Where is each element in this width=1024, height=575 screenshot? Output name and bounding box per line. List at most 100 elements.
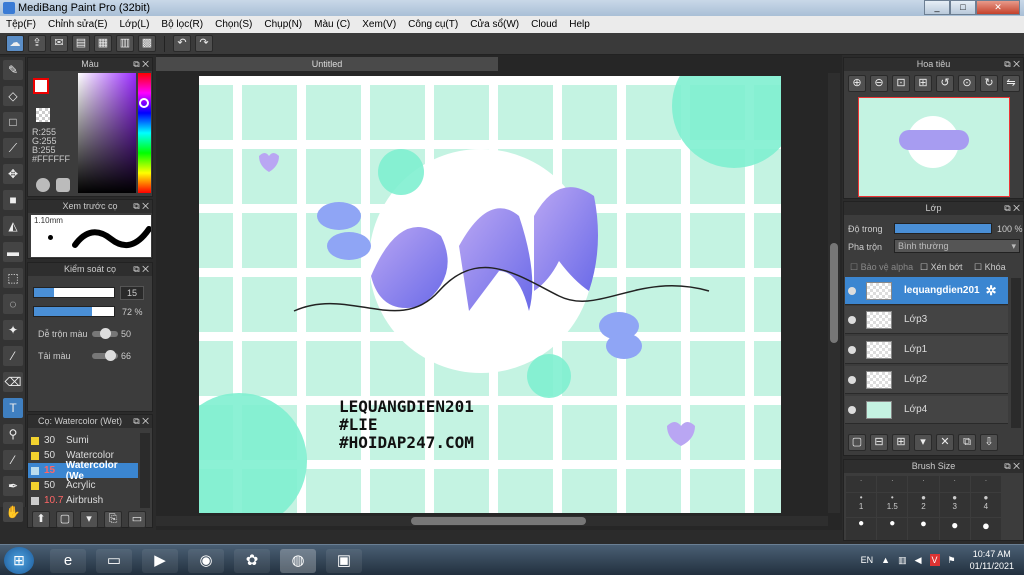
clock[interactable]: 10:47 AM 01/11/2021 [970,548,1014,572]
zoom-app-icon[interactable]: ▣ [326,549,362,573]
brush-size-slider[interactable] [33,287,115,298]
brush-item-airbrush[interactable]: 10.7 Airbrush [28,493,138,508]
drawing-canvas[interactable]: LEQUANGDIEN201 #LIE #HOIDAP247.COM [199,76,781,513]
menu-select[interactable]: Chọn(S) [209,19,258,30]
primary-color-swatch[interactable] [33,78,49,94]
hue-handle[interactable] [139,98,149,108]
panel-close-icon[interactable]: ⧉ ✕ [133,200,149,213]
brush-size-cell[interactable]: · [970,476,1001,492]
panel-close-icon[interactable]: ⧉ ✕ [133,415,149,428]
scroll-thumb[interactable] [411,517,586,525]
brush-add-icon[interactable]: ⬆ [32,511,50,528]
grid-icon[interactable]: ▩ [138,35,156,52]
fill-rect-tool-icon[interactable]: ■ [3,190,23,210]
brush-new-icon[interactable]: ▢ [56,511,74,528]
panel-close-icon[interactable]: ⧉ ✕ [133,58,149,71]
brush-size-cell[interactable]: ● 4 [970,492,1001,518]
zoom-in-icon[interactable]: ⊕ [848,75,866,92]
actual-size-icon[interactable]: ⊞ [914,75,932,92]
add-layer-menu-icon[interactable]: ▾ [914,434,932,451]
move-tool-icon[interactable]: ✥ [3,164,23,184]
divide-tool-icon[interactable]: ⚲ [3,424,23,444]
clip-checkbox[interactable]: ☐ Xén bớt [920,262,963,273]
browser-ie-icon[interactable]: e [50,549,86,573]
visibility-icon[interactable] [848,315,856,324]
rotate-left-icon[interactable]: ↺ [936,75,954,92]
antivirus-icon[interactable]: V [929,554,940,566]
mix-slider[interactable] [92,328,118,339]
document-tab[interactable]: Untitled [156,57,498,71]
rectangle-tool-icon[interactable]: □ [3,112,23,132]
hue-slider[interactable] [138,73,151,193]
panel-close-icon[interactable]: ⧉ ✕ [1004,202,1020,215]
new-8bit-layer-icon[interactable]: ⊞ [892,434,910,451]
flag-icon[interactable]: ⚑ [948,554,956,566]
menu-view[interactable]: Xem(V) [356,19,402,30]
navigator-thumbnail[interactable] [858,97,1010,197]
eyedropper-tool-icon[interactable]: ⁄ [3,450,23,470]
merge-layer-icon[interactable]: ⇩ [980,434,998,451]
brush-size-cell[interactable]: • 1 [846,492,877,518]
panel-close-icon[interactable]: ⧉ ✕ [1004,460,1020,473]
panel-close-icon[interactable]: ⧉ ✕ [133,263,149,276]
new-layer-icon[interactable]: ▢ [848,434,866,451]
close-button[interactable]: ✕ [976,0,1020,15]
brush-size-cell[interactable]: ● [877,518,908,540]
select-pen-tool-icon[interactable]: ⁄ [3,346,23,366]
text-tool-icon[interactable]: T [3,398,23,418]
menu-window[interactable]: Cửa sổ(W) [464,19,525,30]
chrome-icon[interactable]: ◉ [188,549,224,573]
tray-arrow-icon[interactable]: ▲ [881,554,890,566]
lock-checkbox[interactable]: ☐ Khóa [974,262,1006,273]
layer-row[interactable]: Lớp2 [845,366,1008,394]
medibang-icon[interactable]: ◍ [280,549,316,573]
brush-size-cell[interactable]: ● 2 [908,492,939,518]
amount-slider[interactable] [92,350,118,361]
brush-item-sumi[interactable]: 30 Sumi [28,433,138,448]
visibility-icon[interactable] [848,405,856,414]
new-halftone-layer-icon[interactable]: ⊟ [870,434,888,451]
scroll-thumb[interactable] [830,243,838,343]
coccoc-icon[interactable]: ✿ [234,549,270,573]
menu-snap[interactable]: Chụp(N) [258,19,308,30]
network-icon[interactable]: ▥ [898,554,907,566]
delete-layer-icon[interactable]: ✕ [936,434,954,451]
layer-row[interactable]: lequangdien201 ✲ [845,277,1008,305]
brush-list-scrollbar[interactable] [140,433,150,508]
visibility-icon[interactable] [848,375,856,384]
blend-mode-select[interactable]: Bình thường ▾ [894,239,1020,253]
zoom-out-icon[interactable]: ⊖ [870,75,888,92]
horizontal-scrollbar[interactable] [156,516,828,526]
redo-icon[interactable]: ↷ [195,35,213,52]
select-eraser-tool-icon[interactable]: ⌫ [3,372,23,392]
gear-icon[interactable]: ✲ [986,283,997,299]
brush-folder-icon[interactable]: ▭ [128,511,146,528]
vertical-scrollbar[interactable] [828,73,840,513]
panel-close-icon[interactable]: ⧉ ✕ [1004,58,1020,71]
brush-item-watercolor-wet[interactable]: 15 Watercolor (We [28,460,138,482]
visibility-icon[interactable] [848,286,856,295]
start-button[interactable]: ⊞ [4,547,34,574]
brush-tool-icon[interactable]: ✎ [3,60,23,80]
layer-panel-scrollbar[interactable] [1011,278,1021,428]
hand-tool-icon[interactable]: ✋ [3,502,23,522]
color-picker-field[interactable] [78,73,136,193]
menu-cloud[interactable]: Cloud [525,19,563,30]
brush-menu-icon[interactable]: ▾ [80,511,98,528]
comment-icon[interactable]: ✉ [50,35,68,52]
eraser-tool-icon[interactable]: ◇ [3,86,23,106]
brush-size-cell[interactable]: · [939,476,970,492]
layer-row[interactable]: Lớp4 [845,396,1008,424]
brush-size-cell[interactable]: · [908,476,939,492]
menu-tools[interactable]: Công cụ(T) [402,19,464,30]
cloud-icon[interactable]: ☁ [6,35,24,52]
bucket-tool-icon[interactable]: ◭ [3,216,23,236]
visibility-icon[interactable] [848,345,856,354]
brush-size-cell[interactable]: · [846,476,877,492]
layer-row[interactable]: Lớp3 [845,306,1008,334]
brush-size-cell[interactable]: • 1.5 [877,492,908,518]
layer-opacity-slider[interactable] [894,223,992,234]
language-indicator[interactable]: EN [861,554,874,566]
maximize-button[interactable]: □ [950,0,976,15]
page-icon[interactable]: ▦ [94,35,112,52]
